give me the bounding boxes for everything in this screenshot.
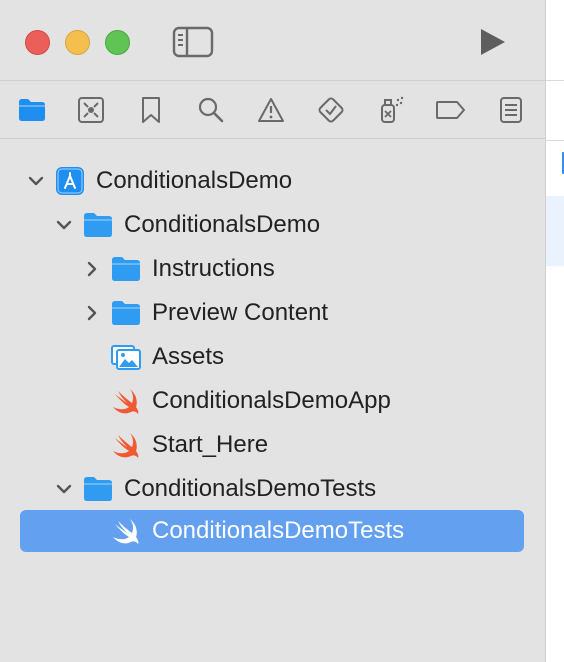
swift-file-icon bbox=[113, 519, 139, 544]
zoom-window-button[interactable] bbox=[105, 30, 130, 55]
chevron-right-icon[interactable] bbox=[82, 259, 102, 279]
sidebar-toggle-icon[interactable] bbox=[172, 26, 214, 58]
tree-row-folder[interactable]: Instructions bbox=[20, 248, 524, 290]
tree-row-file[interactable]: Start_Here bbox=[20, 424, 524, 466]
editor-pane-edge bbox=[546, 0, 564, 662]
tree-row-folder[interactable]: ConditionalsDemoTests bbox=[20, 468, 524, 510]
editor-line-highlight bbox=[546, 196, 564, 266]
debug-spray-icon[interactable] bbox=[374, 93, 408, 127]
tree-row-file[interactable]: ConditionalsDemoApp bbox=[20, 380, 524, 422]
chevron-down-icon[interactable] bbox=[54, 215, 74, 235]
search-icon[interactable] bbox=[194, 93, 228, 127]
folder-icon bbox=[84, 213, 112, 237]
run-play-icon[interactable] bbox=[476, 26, 508, 58]
chevron-right-icon[interactable] bbox=[82, 303, 102, 323]
editor-toolbar-divider bbox=[546, 80, 564, 81]
xcode-window: ConditionalsDemo ConditionalsDemo Instru… bbox=[0, 0, 564, 662]
navbar-divider bbox=[0, 138, 545, 139]
tree-row-file-selected[interactable]: ConditionalsDemoTests bbox=[20, 510, 524, 552]
tree-label: ConditionalsDemoTests bbox=[124, 475, 377, 502]
folder-icon bbox=[84, 477, 112, 501]
chevron-down-icon[interactable] bbox=[54, 479, 74, 499]
chevron-down-icon[interactable] bbox=[26, 171, 46, 191]
swift-file-icon bbox=[113, 433, 139, 458]
minimize-window-button[interactable] bbox=[65, 30, 90, 55]
folder-icon bbox=[112, 301, 140, 325]
close-window-button[interactable] bbox=[25, 30, 50, 55]
tree-label: ConditionalsDemoApp bbox=[152, 387, 391, 414]
tree-row-folder[interactable]: Preview Content bbox=[20, 292, 524, 334]
navigator-tab-bar bbox=[0, 81, 545, 138]
app-project-icon bbox=[56, 167, 84, 195]
tree-label: Preview Content bbox=[152, 299, 329, 326]
tree-label: ConditionalsDemo bbox=[96, 167, 293, 194]
title-bar bbox=[0, 0, 545, 80]
folder-icon[interactable] bbox=[15, 93, 49, 127]
tree-label: ConditionalsDemoTests bbox=[152, 517, 405, 544]
tree-row-folder[interactable]: ConditionalsDemo bbox=[20, 204, 524, 246]
editor-tab-divider bbox=[546, 140, 564, 141]
asset-catalog-icon bbox=[111, 345, 141, 370]
folder-icon bbox=[112, 257, 140, 281]
tree-label: Instructions bbox=[152, 255, 275, 282]
report-list-icon[interactable] bbox=[494, 93, 528, 127]
tree-row-file[interactable]: Assets bbox=[20, 336, 524, 378]
source-control-icon[interactable] bbox=[74, 93, 108, 127]
warning-icon[interactable] bbox=[254, 93, 288, 127]
test-diamond-icon[interactable] bbox=[314, 93, 348, 127]
bookmark-icon[interactable] bbox=[134, 93, 168, 127]
tree-row-project[interactable]: ConditionalsDemo bbox=[20, 160, 524, 202]
navigator-sidebar: ConditionalsDemo ConditionalsDemo Instru… bbox=[0, 0, 545, 662]
tree-label: ConditionalsDemo bbox=[124, 211, 321, 238]
breakpoint-tag-icon[interactable] bbox=[434, 93, 468, 127]
swift-file-icon bbox=[113, 389, 139, 414]
tree-label: Start_Here bbox=[152, 431, 269, 458]
tree-label: Assets bbox=[152, 343, 225, 370]
